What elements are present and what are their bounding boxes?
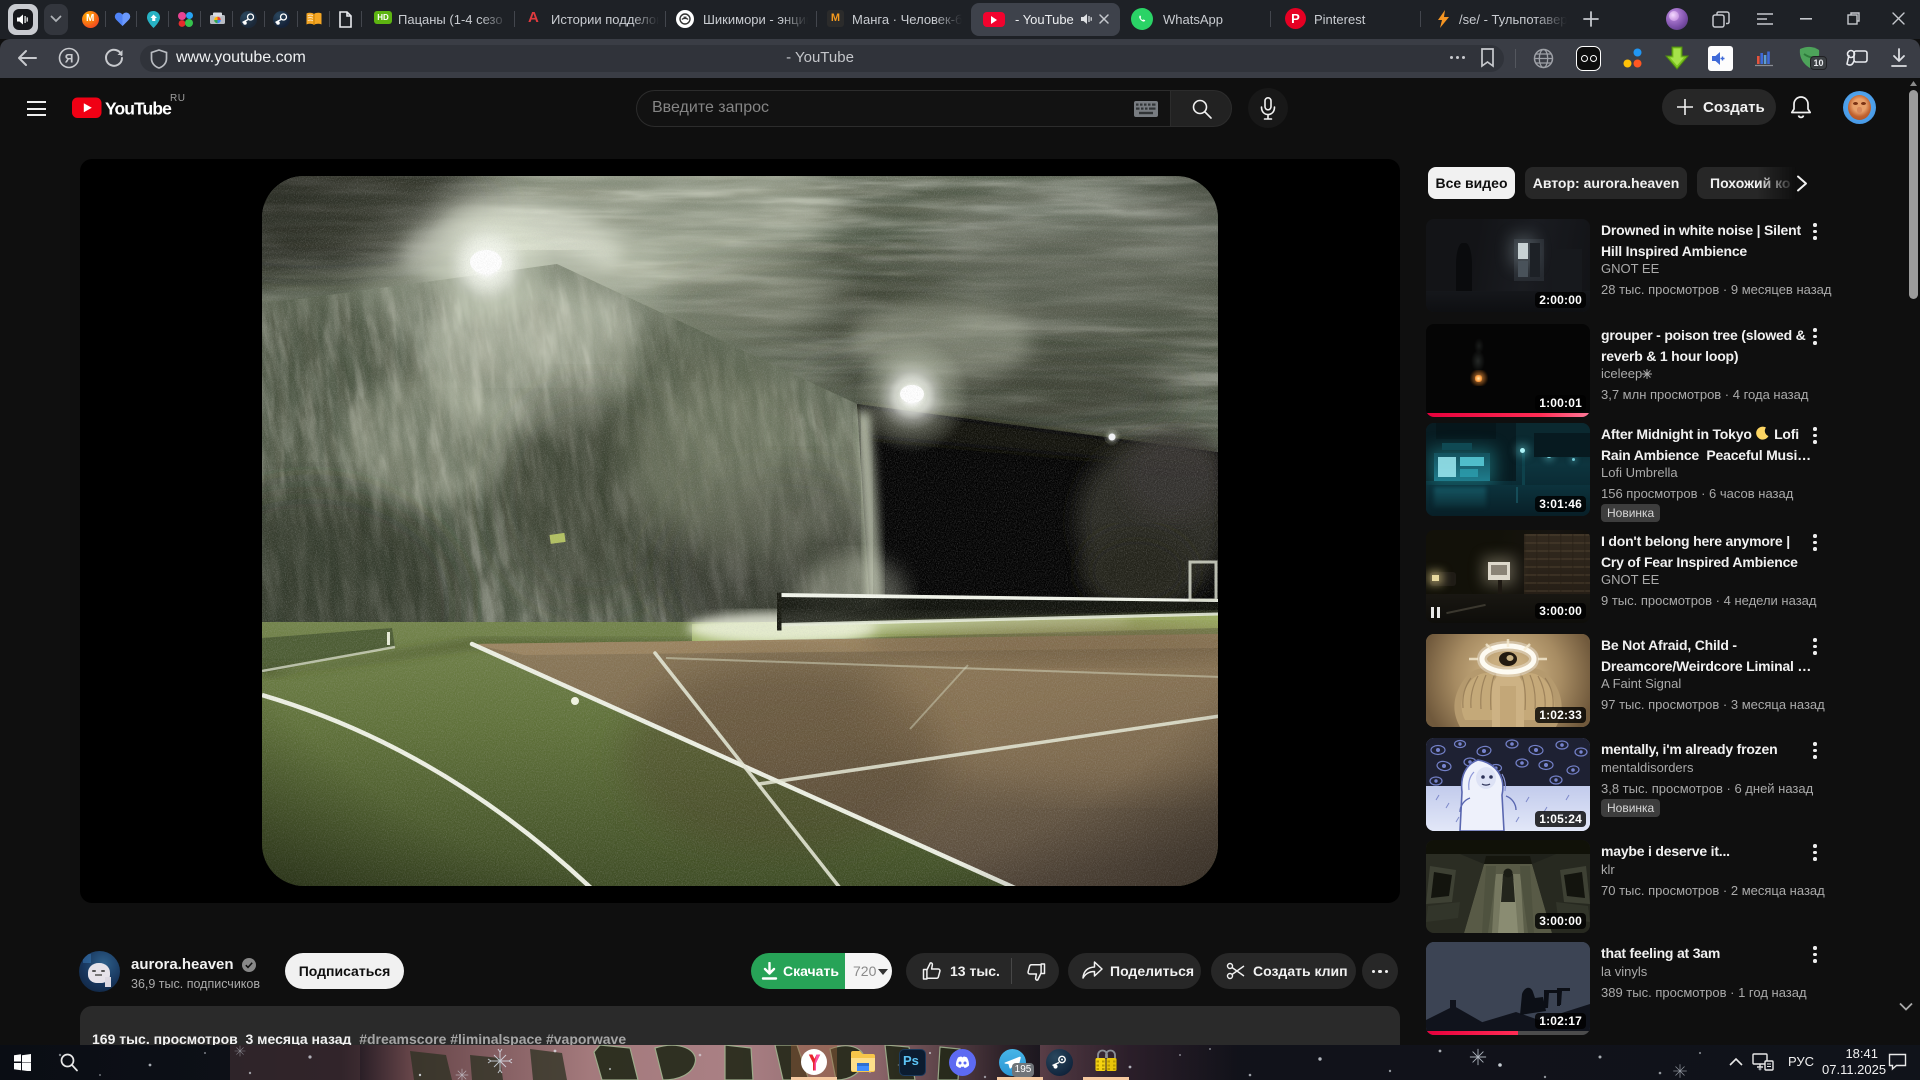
svg-text:YouTube: YouTube [105, 99, 172, 119]
svg-text:Я: Я [65, 52, 74, 66]
